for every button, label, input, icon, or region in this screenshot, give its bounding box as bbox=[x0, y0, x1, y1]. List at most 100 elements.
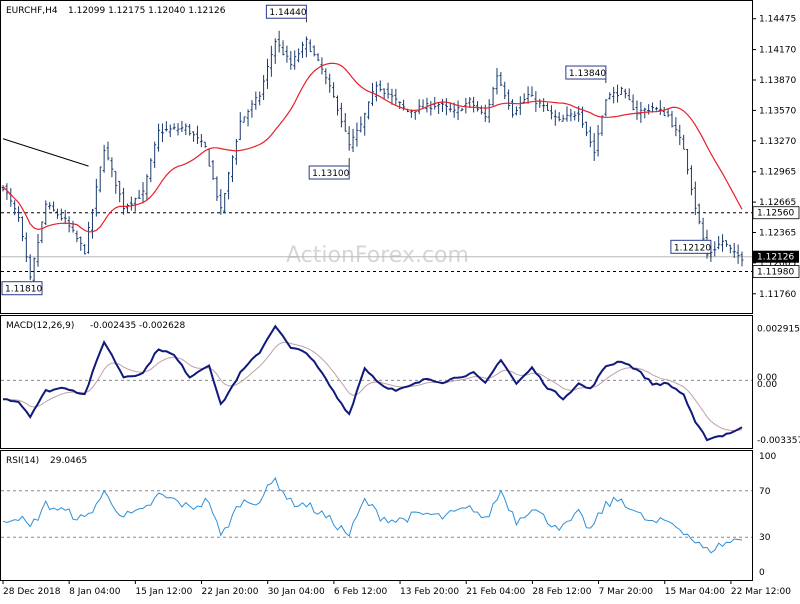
price-bar bbox=[437, 102, 441, 114]
price-bar bbox=[102, 144, 106, 173]
price-bar bbox=[394, 88, 398, 105]
price-bar bbox=[616, 84, 620, 103]
trendline bbox=[2, 138, 89, 167]
price-bar bbox=[553, 109, 557, 126]
price-bar bbox=[223, 192, 227, 214]
chart-stage: ActionForex.com EURCHF,H4 1.12099 1.1217… bbox=[0, 0, 800, 600]
price-bar bbox=[246, 109, 250, 127]
price-bar bbox=[619, 86, 623, 95]
price-bar bbox=[464, 97, 468, 114]
price-bar bbox=[538, 98, 542, 108]
price-bar bbox=[359, 116, 363, 133]
price-tick-label: 1.11760 bbox=[759, 290, 796, 300]
price-bar bbox=[456, 100, 460, 121]
macd-tick-label: 0.00 bbox=[757, 380, 777, 390]
price-bar bbox=[499, 71, 503, 87]
x-tick-label: 15 Mar 04:00 bbox=[665, 587, 725, 597]
price-bar bbox=[717, 236, 721, 250]
price-bar bbox=[608, 92, 612, 100]
price-bar bbox=[612, 86, 616, 104]
price-bar bbox=[59, 208, 63, 221]
price-bar bbox=[172, 123, 176, 130]
price-bar bbox=[285, 45, 289, 63]
price-bar bbox=[75, 230, 79, 243]
price-bar bbox=[98, 166, 102, 193]
price-bar bbox=[234, 138, 238, 165]
price-bar bbox=[347, 126, 351, 151]
level-price-label-1: 1.11980 bbox=[757, 267, 794, 277]
price-bar bbox=[199, 134, 203, 148]
price-bar bbox=[511, 99, 515, 118]
price-bar bbox=[573, 111, 577, 121]
price-bar bbox=[693, 181, 697, 216]
current-price-label: 1.12126 bbox=[757, 253, 794, 263]
price-tick-label: 1.12365 bbox=[759, 228, 796, 238]
price-bar bbox=[584, 121, 588, 137]
rsi-header-name: RSI(14) bbox=[6, 456, 39, 466]
price-bar bbox=[48, 202, 52, 210]
rsi-tick-label: 0 bbox=[759, 568, 765, 578]
price-bar bbox=[90, 208, 94, 239]
price-bar bbox=[289, 50, 293, 70]
price-tick-label: 1.12965 bbox=[759, 168, 796, 178]
price-bar bbox=[526, 86, 530, 104]
callout-label: 1.13100 bbox=[312, 169, 349, 179]
price-bar bbox=[721, 234, 725, 252]
price-tick-label: 1.14475 bbox=[759, 15, 796, 25]
price-header-ohlc: 1.12099 1.12175 1.12040 1.12126 bbox=[68, 6, 226, 16]
price-bar bbox=[83, 244, 87, 255]
x-tick-label: 8 Jan 04:00 bbox=[69, 587, 121, 597]
rsi-pane-frame bbox=[0, 450, 753, 581]
price-bar bbox=[413, 111, 417, 120]
price-bar bbox=[421, 99, 425, 109]
x-tick-label: 15 Jan 12:00 bbox=[135, 587, 192, 597]
price-bar bbox=[495, 67, 499, 95]
price-bar bbox=[192, 131, 196, 142]
price-bar bbox=[129, 196, 133, 211]
price-bar bbox=[153, 141, 157, 169]
price-bar bbox=[565, 106, 569, 122]
price-bar bbox=[211, 160, 215, 180]
price-bar bbox=[736, 244, 740, 264]
price-bar bbox=[24, 232, 28, 263]
price-bar bbox=[79, 236, 83, 251]
price-bar bbox=[328, 73, 332, 93]
price-bar bbox=[491, 86, 495, 106]
price-bar bbox=[106, 141, 110, 161]
price-bar bbox=[332, 82, 336, 98]
price-bar bbox=[448, 102, 452, 113]
price-bar bbox=[374, 81, 378, 102]
price-bar bbox=[188, 124, 192, 136]
price-bar bbox=[125, 203, 129, 213]
price-bar bbox=[28, 254, 32, 281]
callout-label: 1.11810 bbox=[5, 285, 42, 295]
price-bar bbox=[425, 97, 429, 113]
price-bar bbox=[160, 123, 164, 142]
x-tick-label: 21 Feb 04:00 bbox=[466, 587, 525, 597]
price-bar bbox=[137, 189, 141, 199]
price-bar bbox=[254, 91, 258, 110]
price-bar bbox=[600, 115, 604, 136]
price-bar bbox=[483, 104, 487, 122]
macd-header-name: MACD(12,26,9) bbox=[6, 321, 74, 331]
price-tick-label: 1.14170 bbox=[759, 46, 796, 56]
price-bar bbox=[732, 242, 736, 258]
price-bar bbox=[262, 75, 266, 101]
price-bar bbox=[382, 88, 386, 100]
x-tick-label: 30 Jan 04:00 bbox=[268, 587, 325, 597]
price-tick-label: 1.13570 bbox=[759, 106, 796, 116]
x-tick-label: 7 Mar 20:00 bbox=[599, 587, 654, 597]
callout-label: 1.13840 bbox=[569, 69, 606, 79]
price-bar bbox=[207, 148, 211, 167]
price-bar bbox=[378, 80, 382, 92]
price-bar bbox=[164, 121, 168, 132]
price-bar bbox=[339, 102, 343, 128]
price-bar bbox=[682, 134, 686, 150]
rsi-line bbox=[2, 476, 743, 554]
x-tick-label: 22 Jan 20:00 bbox=[202, 587, 259, 597]
level-price-label-0: 1.12560 bbox=[757, 209, 794, 219]
price-bar bbox=[335, 95, 339, 116]
price-bar bbox=[141, 182, 145, 204]
price-bar bbox=[647, 104, 651, 115]
price-bar bbox=[441, 99, 445, 112]
